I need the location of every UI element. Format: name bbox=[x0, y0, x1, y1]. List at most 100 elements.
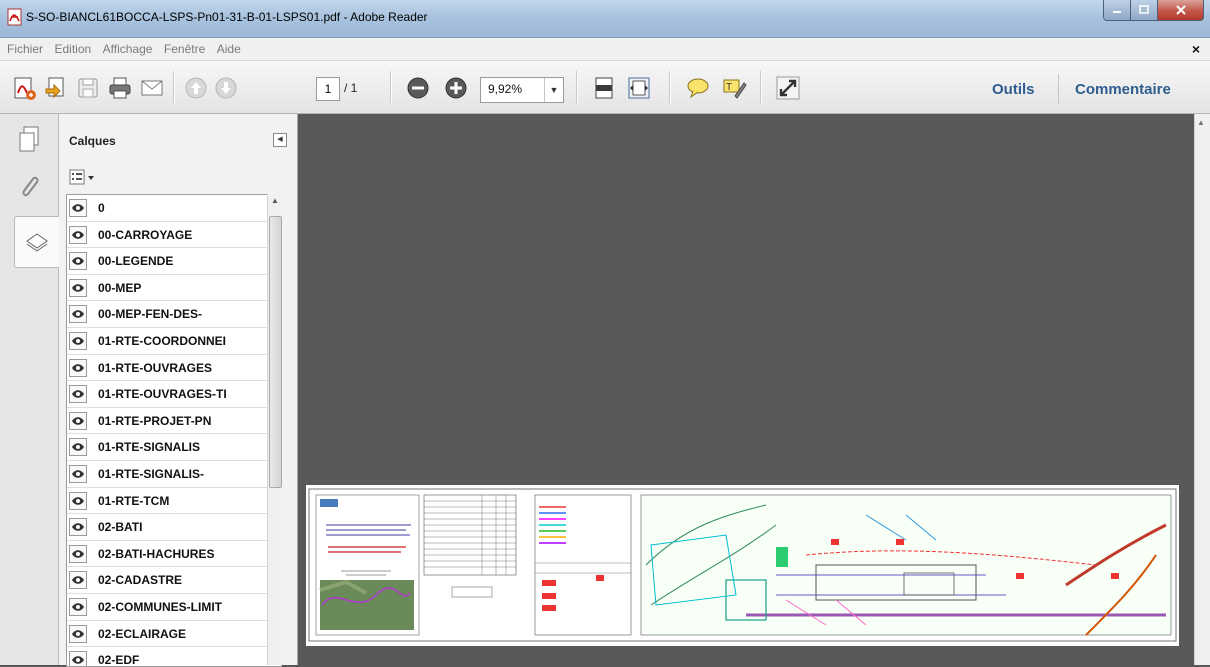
layer-row[interactable]: 02-COMMUNES-LIMIT bbox=[67, 594, 281, 621]
layer-row[interactable]: 01-RTE-SIGNALIS- bbox=[67, 461, 281, 488]
toolbar-separator bbox=[1058, 74, 1059, 104]
layers-scrollbar[interactable]: ▲ bbox=[267, 194, 282, 665]
eye-icon[interactable] bbox=[69, 278, 87, 297]
eye-icon[interactable] bbox=[69, 544, 87, 563]
close-document-button[interactable]: × bbox=[1192, 41, 1200, 57]
eye-icon[interactable] bbox=[69, 385, 87, 404]
adobe-reader-icon bbox=[7, 8, 23, 26]
layer-row[interactable]: 02-EDF bbox=[67, 647, 281, 666]
fit-page-button[interactable] bbox=[590, 74, 618, 102]
layer-row[interactable]: 00-LEGENDE bbox=[67, 248, 281, 275]
layer-name: 01-RTE-COORDONNEI bbox=[98, 333, 227, 348]
menu-edition[interactable]: Edition bbox=[54, 38, 91, 56]
save-icon bbox=[78, 78, 98, 98]
eye-icon bbox=[72, 470, 84, 478]
eye-icon[interactable] bbox=[69, 491, 87, 510]
fit-width-icon bbox=[628, 77, 650, 99]
menu-fenetre[interactable]: Fenêtre bbox=[164, 38, 205, 56]
eye-icon[interactable] bbox=[69, 252, 87, 271]
navigation-rail bbox=[0, 114, 59, 665]
eye-icon[interactable] bbox=[69, 464, 87, 483]
print-icon bbox=[109, 77, 131, 99]
scrollbar-thumb[interactable] bbox=[269, 216, 282, 488]
layer-row[interactable]: 02-BATI-HACHURES bbox=[67, 541, 281, 568]
highlight-text-button[interactable]: T bbox=[720, 74, 748, 102]
menu-affichage[interactable]: Affichage bbox=[103, 38, 153, 56]
eye-icon[interactable] bbox=[69, 411, 87, 430]
zoom-in-button[interactable] bbox=[442, 74, 470, 102]
next-page-button[interactable] bbox=[212, 74, 240, 102]
minimize-icon bbox=[1113, 11, 1121, 13]
layer-row[interactable]: 0 bbox=[67, 195, 281, 222]
toolbar-separator bbox=[760, 71, 762, 103]
attachments-panel-button[interactable] bbox=[9, 166, 49, 206]
document-view[interactable] bbox=[298, 114, 1194, 665]
zoom-level-select[interactable]: 9,92% ▼ bbox=[480, 77, 564, 103]
menu-aide[interactable]: Aide bbox=[217, 38, 241, 56]
eye-icon[interactable] bbox=[69, 624, 87, 643]
add-comment-button[interactable] bbox=[684, 74, 712, 102]
previous-page-button[interactable] bbox=[182, 74, 210, 102]
layer-row[interactable]: 02-CADASTRE bbox=[67, 567, 281, 594]
collapse-panel-button[interactable]: ◀ bbox=[273, 133, 287, 147]
zoom-in-icon bbox=[445, 77, 467, 99]
eye-icon[interactable] bbox=[69, 225, 87, 244]
svg-text:T: T bbox=[726, 82, 732, 93]
eye-icon bbox=[72, 363, 84, 372]
layer-row[interactable]: 01-RTE-TCM bbox=[67, 488, 281, 515]
layers-panel-button[interactable] bbox=[14, 216, 59, 268]
layer-row[interactable]: 02-BATI bbox=[67, 514, 281, 541]
fit-width-button[interactable] bbox=[625, 74, 653, 102]
chevron-down-icon[interactable]: ▼ bbox=[544, 78, 563, 102]
eye-icon bbox=[72, 443, 84, 452]
layers-options-button[interactable] bbox=[69, 168, 101, 186]
print-button[interactable] bbox=[106, 74, 134, 102]
expand-icon bbox=[776, 76, 800, 100]
eye-icon[interactable] bbox=[69, 358, 87, 377]
eye-icon[interactable] bbox=[69, 438, 87, 457]
layer-row[interactable]: 01-RTE-SIGNALIS bbox=[67, 434, 281, 461]
eye-icon[interactable] bbox=[69, 305, 87, 324]
eye-icon[interactable] bbox=[69, 571, 87, 590]
toolbar-separator bbox=[669, 71, 671, 103]
layer-row[interactable]: 00-MEP bbox=[67, 275, 281, 302]
layer-row[interactable]: 01-RTE-COORDONNEI bbox=[67, 328, 281, 355]
scroll-up-icon[interactable]: ▲ bbox=[268, 196, 282, 210]
eye-icon[interactable] bbox=[69, 597, 87, 616]
create-pdf-button[interactable] bbox=[10, 74, 38, 102]
pages-panel-button[interactable] bbox=[9, 120, 49, 160]
layer-row[interactable]: 01-RTE-OUVRAGES-TI bbox=[67, 381, 281, 408]
maximize-button[interactable] bbox=[1131, 0, 1158, 21]
comment-tab[interactable]: Commentaire bbox=[1075, 81, 1171, 98]
minimize-button[interactable] bbox=[1103, 0, 1131, 21]
comment-icon bbox=[687, 78, 709, 99]
layer-row[interactable]: 00-MEP-FEN-DES- bbox=[67, 301, 281, 328]
arrow-up-icon bbox=[185, 77, 207, 99]
email-icon bbox=[141, 80, 163, 96]
layer-row[interactable]: 01-RTE-OUVRAGES bbox=[67, 355, 281, 382]
save-button[interactable] bbox=[74, 74, 102, 102]
scroll-up-icon[interactable]: ▲ bbox=[1197, 118, 1205, 127]
page-number-input[interactable] bbox=[316, 77, 340, 101]
eye-icon[interactable] bbox=[69, 199, 87, 217]
layer-row[interactable]: 02-ECLAIRAGE bbox=[67, 621, 281, 648]
menu-bar: Fichier Edition Affichage Fenêtre Aide × bbox=[0, 38, 1210, 61]
page-total-label: / 1 bbox=[344, 81, 358, 95]
fullscreen-button[interactable] bbox=[774, 74, 802, 102]
open-file-button[interactable] bbox=[42, 74, 70, 102]
tools-tab[interactable]: Outils bbox=[992, 81, 1035, 98]
menu-fichier[interactable]: Fichier bbox=[7, 38, 43, 56]
close-window-button[interactable] bbox=[1158, 0, 1204, 21]
pages-icon bbox=[19, 126, 39, 152]
layer-row[interactable]: 00-CARROYAGE bbox=[67, 222, 281, 249]
layer-name: 01-RTE-SIGNALIS- bbox=[98, 466, 205, 481]
eye-icon[interactable] bbox=[69, 331, 87, 350]
zoom-out-button[interactable] bbox=[404, 74, 432, 102]
eye-icon[interactable] bbox=[69, 518, 87, 537]
email-button[interactable] bbox=[138, 74, 166, 102]
layer-name: 01-RTE-OUVRAGES-TI bbox=[98, 387, 227, 402]
layer-row[interactable]: 01-RTE-PROJET-PN bbox=[67, 408, 281, 435]
eye-icon bbox=[72, 549, 84, 558]
eye-icon bbox=[72, 257, 84, 265]
document-scrollbar[interactable]: ▲ bbox=[1194, 114, 1210, 665]
